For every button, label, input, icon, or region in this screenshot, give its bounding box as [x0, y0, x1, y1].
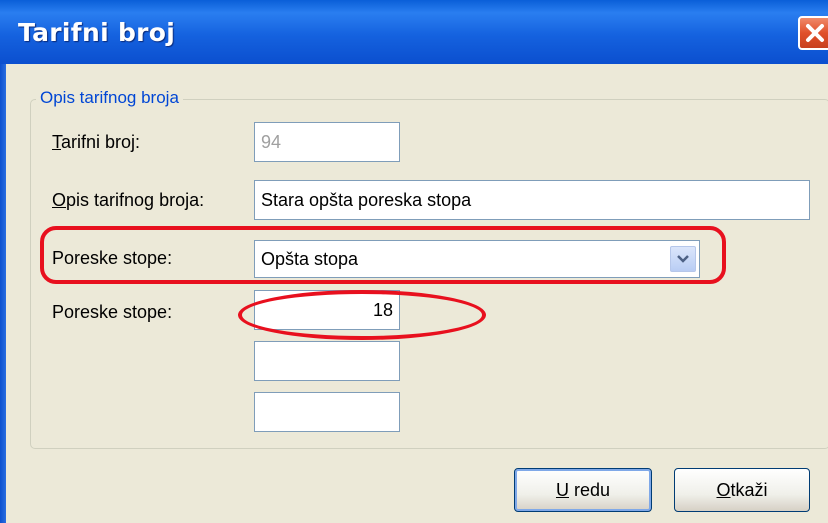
title-bar[interactable]: Tarifni broj	[0, 0, 828, 64]
tarifni-broj-label: Tarifni broj:	[52, 132, 140, 153]
opis-label-mnemonic: O	[52, 190, 67, 210]
poreske-stope-combobox[interactable]: Opšta stopa	[254, 240, 700, 278]
rate-field-2[interactable]	[254, 341, 400, 381]
tarifni-broj-field[interactable]: 94	[254, 122, 400, 162]
window-title: Tarifni broj	[18, 18, 176, 47]
poreske-stope-select-label: Poreske stope:	[52, 248, 173, 268]
opis-field[interactable]: Stara opšta poreska stopa	[254, 180, 810, 220]
ok-button-label: redu	[568, 479, 611, 500]
poreske-stope-selected: Opšta stopa	[261, 248, 359, 269]
ok-button-mnemonic: U	[555, 479, 569, 500]
close-icon	[806, 24, 824, 42]
tarifni-broj-value: 94	[261, 131, 282, 152]
opis-label: Opis tarifnog broja:	[52, 190, 204, 211]
cancel-button-mnemonic: O	[716, 479, 731, 500]
opis-value: Stara opšta poreska stopa	[261, 189, 472, 210]
tarifni-broj-label-mnemonic: T	[52, 132, 61, 152]
rate-field-3[interactable]	[254, 392, 400, 432]
poreske-stope-rate-label: Poreske stope:	[52, 302, 173, 322]
rate-1-value: 18	[372, 299, 393, 320]
group-box-legend: Opis tarifnog broja	[36, 88, 183, 108]
ok-button[interactable]: U redu	[514, 468, 652, 512]
cancel-button[interactable]: Otkaži	[674, 468, 810, 512]
combobox-dropdown-button[interactable]	[670, 246, 696, 272]
rate-field-1[interactable]: 18	[254, 290, 400, 330]
chevron-down-icon	[677, 255, 689, 263]
close-button[interactable]	[798, 16, 828, 50]
tarifni-broj-label-text: arifni broj:	[61, 132, 141, 152]
window-border	[0, 64, 6, 523]
opis-label-text: pis tarifnog broja:	[66, 190, 205, 210]
cancel-button-label: tkaži	[730, 479, 768, 500]
